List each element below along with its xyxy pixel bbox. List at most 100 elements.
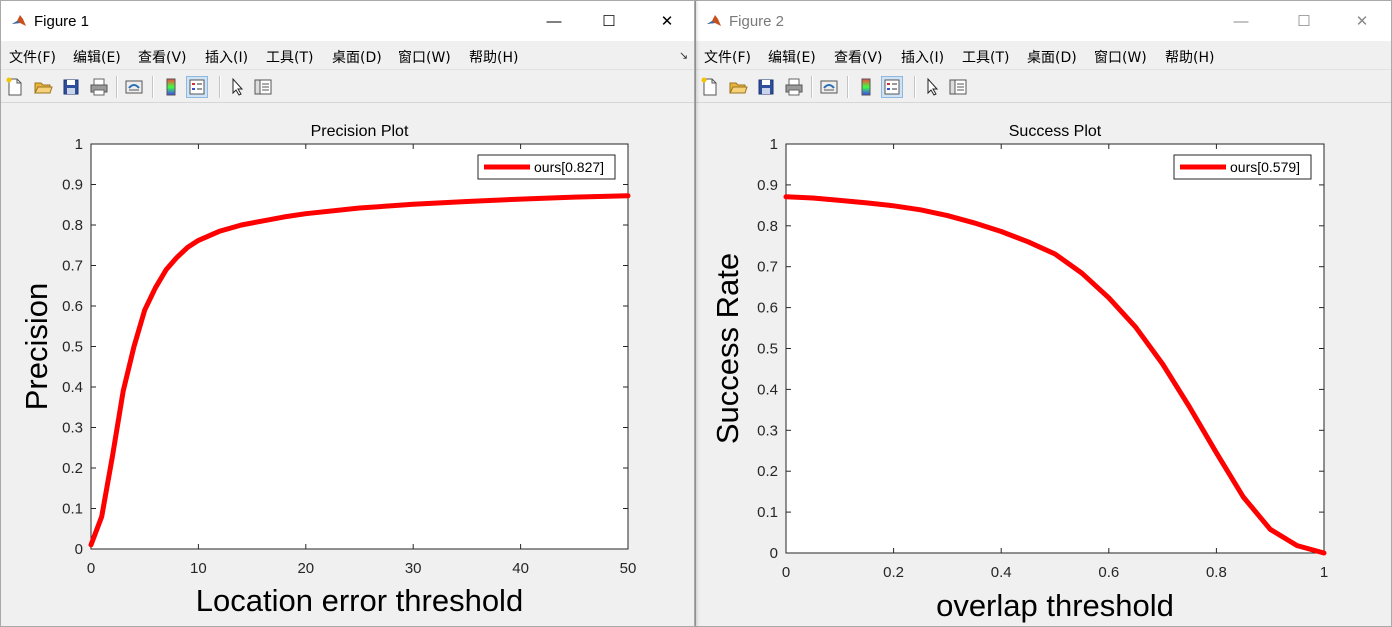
data-point xyxy=(1323,552,1325,554)
y-axis-label: Precision xyxy=(19,283,54,411)
new-figure-icon[interactable] xyxy=(5,77,25,97)
data-point xyxy=(1215,452,1217,454)
matlab-icon xyxy=(706,13,722,29)
link-icon[interactable] xyxy=(819,77,839,97)
data-point xyxy=(154,287,156,289)
property-editor-icon[interactable] xyxy=(253,77,273,97)
x-tick-label: 50 xyxy=(620,560,637,577)
data-point xyxy=(946,215,948,217)
data-point xyxy=(412,203,414,205)
precision-plot-chart: 00.10.20.30.40.50.60.70.80.910 10 20 30 40 50… xyxy=(19,123,637,618)
y-tick-label: 0.5 xyxy=(757,341,778,358)
save-icon[interactable] xyxy=(756,77,776,97)
minimize-button[interactable]: — xyxy=(531,9,577,35)
data-point xyxy=(112,455,113,457)
window-title: Figure 1 xyxy=(34,13,90,30)
y-tick-label: 0.1 xyxy=(757,504,778,521)
menu-bar: 文件(F) 编辑(E) 查看(V) 插入(I) 工具(T) 桌面(D) 窗口(W… xyxy=(1,41,694,69)
open-icon[interactable] xyxy=(33,77,53,97)
x-axis-label: overlap threshold xyxy=(936,588,1174,623)
menu-desktop[interactable]: 桌面(D) xyxy=(332,47,382,67)
data-point xyxy=(165,269,167,271)
legend-entry: ours[0.827] xyxy=(534,159,604,175)
x-tick-label: 1 xyxy=(1320,564,1328,581)
menu-file[interactable]: 文件(F) xyxy=(9,47,56,67)
toolbar-separator xyxy=(152,76,154,98)
menu-file[interactable]: 文件(F) xyxy=(704,47,751,67)
data-point xyxy=(893,205,895,207)
dock-arrow-icon[interactable]: ↘ xyxy=(679,49,688,62)
data-point xyxy=(283,216,285,218)
menu-tools[interactable]: 工具(T) xyxy=(962,47,1009,67)
data-point xyxy=(1027,241,1029,243)
menu-window[interactable]: 窗口(W) xyxy=(398,47,451,67)
link-icon[interactable] xyxy=(124,77,144,97)
maximize-button[interactable]: ☐ xyxy=(586,9,632,35)
menu-insert[interactable]: 插入(I) xyxy=(205,47,248,67)
menu-insert[interactable]: 插入(I) xyxy=(901,47,944,67)
menu-view[interactable]: 查看(V) xyxy=(834,47,883,67)
close-button[interactable]: ✕ xyxy=(644,9,690,35)
menu-window[interactable]: 窗口(W) xyxy=(1094,47,1147,67)
menu-edit[interactable]: 编辑(E) xyxy=(768,47,816,67)
menu-help[interactable]: 帮助(H) xyxy=(1165,47,1214,67)
plot-area xyxy=(90,143,629,550)
open-icon[interactable] xyxy=(728,77,748,97)
data-point xyxy=(359,207,360,209)
colorbar-icon[interactable] xyxy=(161,77,181,97)
toolbar-separator xyxy=(847,76,849,98)
toolbar-separator xyxy=(116,76,118,98)
title-bar[interactable]: Figure 2 — ☐ ✕ xyxy=(696,1,1391,41)
y-tick-label: 0.9 xyxy=(757,177,778,194)
data-point xyxy=(187,246,189,248)
menu-edit[interactable]: 编辑(E) xyxy=(73,47,121,67)
data-point xyxy=(219,230,221,232)
data-point xyxy=(573,196,575,198)
chart-title: Success Plot xyxy=(1009,123,1102,140)
data-point xyxy=(920,209,921,211)
data-point xyxy=(144,309,146,311)
maximize-button[interactable]: ☐ xyxy=(1281,9,1327,35)
data-point xyxy=(1189,406,1190,408)
new-figure-icon[interactable] xyxy=(700,77,720,97)
menu-desktop[interactable]: 桌面(D) xyxy=(1027,47,1077,67)
menu-tools[interactable]: 工具(T) xyxy=(266,47,313,67)
data-point xyxy=(627,195,629,197)
window-title: Figure 2 xyxy=(729,13,785,30)
close-button[interactable]: ✕ xyxy=(1339,9,1385,35)
success-plot-chart: 0 0.1 0.2 0.3 0.4 0.5 0.6 0.7 0.8 0.9 1 0 0.2 0.4 0.6 0… xyxy=(710,123,1328,623)
figure-1-window[interactable]: Figure 1 — ☐ ✕ 文件(F) 编辑(E) 查看(V) 插入(I) 工… xyxy=(0,0,695,627)
print-icon[interactable] xyxy=(784,77,804,97)
data-point xyxy=(866,202,868,204)
y-tick-label: 1 xyxy=(770,136,778,153)
pointer-icon[interactable] xyxy=(922,77,942,97)
y-tick-label: 0.7 xyxy=(757,259,778,276)
data-point xyxy=(466,201,468,202)
menu-help[interactable]: 帮助(H) xyxy=(469,47,518,67)
data-point xyxy=(1000,231,1002,232)
y-tick-label: 0.2 xyxy=(62,460,83,477)
property-editor-icon[interactable] xyxy=(948,77,968,97)
minimize-button[interactable]: — xyxy=(1218,9,1264,35)
save-icon[interactable] xyxy=(61,77,81,97)
legend-icon[interactable] xyxy=(186,76,208,98)
data-point xyxy=(305,213,307,215)
data-point xyxy=(197,239,199,241)
title-bar[interactable]: Figure 1 — ☐ ✕ xyxy=(1,1,694,41)
data-point xyxy=(1269,528,1271,530)
legend-icon[interactable] xyxy=(881,76,903,98)
data-point xyxy=(1296,545,1298,547)
menu-view[interactable]: 查看(V) xyxy=(138,47,187,67)
figure-2-window[interactable]: Figure 2 — ☐ ✕ 文件(F) 编辑(E) 查看(V) 插入(I) 工… xyxy=(695,0,1392,627)
x-tick-label: 20 xyxy=(297,560,314,577)
y-tick-label: 0.5 xyxy=(62,339,83,356)
pointer-icon[interactable] xyxy=(227,77,247,97)
x-tick-label: 0.4 xyxy=(991,564,1012,581)
data-point xyxy=(1054,253,1056,255)
y-tick-label: 0 xyxy=(75,541,83,558)
colorbar-icon[interactable] xyxy=(856,77,876,97)
print-icon[interactable] xyxy=(89,77,109,97)
data-point xyxy=(101,516,103,518)
y-tick-label: 0.7 xyxy=(62,258,83,275)
figure-canvas: 0 0.1 0.2 0.3 0.4 0.5 0.6 0.7 0.8 0.9 1 0 0.2 0.4 0.6 0… xyxy=(696,103,1391,626)
